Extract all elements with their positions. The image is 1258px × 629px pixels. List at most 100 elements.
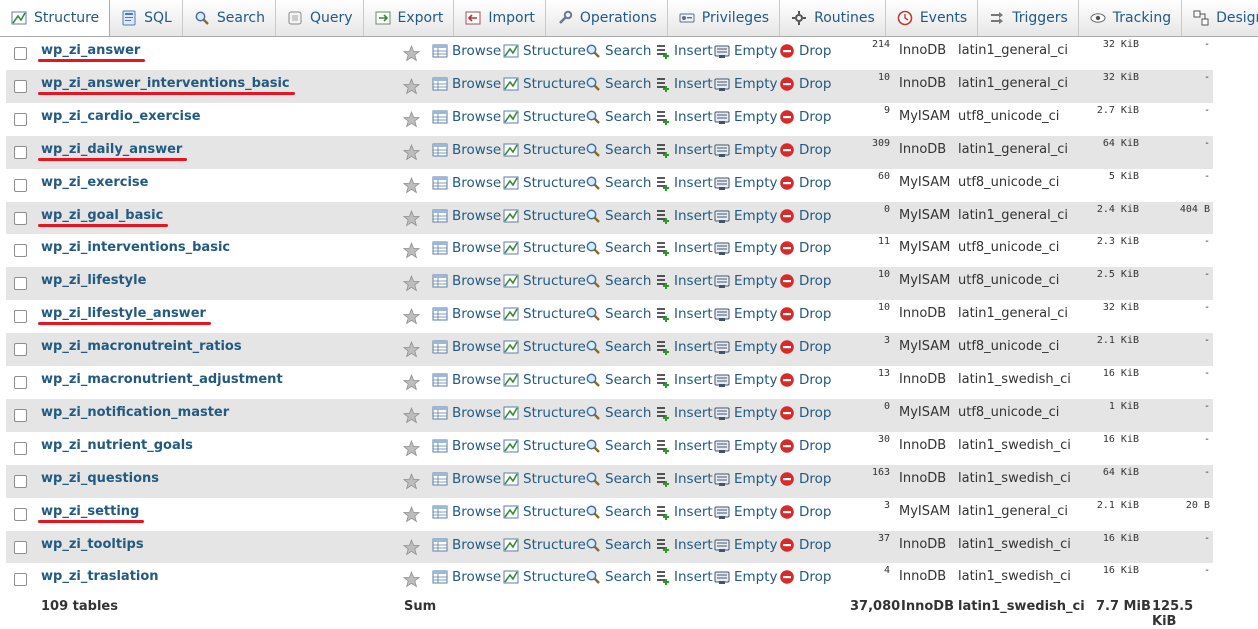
empty-action-link[interactable]: Empty: [714, 175, 778, 191]
table-name-link[interactable]: wp_zi_answer: [41, 43, 140, 58]
search-action-link[interactable]: Search: [585, 175, 651, 191]
search-action-link[interactable]: Search: [585, 142, 651, 158]
drop-action-link[interactable]: Drop: [779, 438, 831, 454]
search-action-link[interactable]: Search: [585, 306, 651, 322]
tab-export[interactable]: Export: [364, 0, 455, 36]
table-name-link[interactable]: wp_zi_interventions_basic: [41, 240, 230, 255]
table-name-link[interactable]: wp_zi_lifestyle: [41, 273, 146, 288]
drop-action-link[interactable]: Drop: [779, 471, 831, 487]
drop-action-link[interactable]: Drop: [779, 175, 831, 191]
drop-action-link[interactable]: Drop: [779, 306, 831, 322]
search-action-link[interactable]: Search: [585, 240, 651, 256]
structure-action-link[interactable]: Structure: [503, 438, 586, 454]
favorite-star-icon[interactable]: [402, 374, 421, 391]
drop-action-link[interactable]: Drop: [779, 76, 831, 92]
drop-action-link[interactable]: Drop: [779, 339, 831, 355]
row-checkbox[interactable]: [14, 540, 27, 554]
row-checkbox[interactable]: [14, 343, 27, 357]
row-checkbox[interactable]: [14, 376, 27, 389]
favorite-star-icon[interactable]: [402, 143, 421, 161]
table-name-link[interactable]: wp_zi_goal_basic: [41, 208, 163, 223]
insert-action-link[interactable]: Insert: [654, 43, 713, 59]
table-name-link[interactable]: wp_zi_questions: [41, 471, 159, 486]
browse-action-link[interactable]: Browse: [432, 405, 501, 421]
table-name-link[interactable]: wp_zi_setting: [41, 504, 139, 519]
search-action-link[interactable]: Search: [585, 471, 651, 487]
row-checkbox[interactable]: [14, 573, 27, 587]
drop-action-link[interactable]: Drop: [779, 504, 831, 520]
drop-action-link[interactable]: Drop: [779, 142, 831, 158]
table-name-link[interactable]: wp_zi_traslation: [41, 569, 159, 584]
insert-action-link[interactable]: Insert: [654, 240, 713, 257]
search-action-link[interactable]: Search: [585, 76, 651, 92]
tab-events[interactable]: Events: [886, 0, 979, 36]
favorite-star-icon[interactable]: [402, 472, 421, 490]
empty-action-link[interactable]: Empty: [714, 273, 778, 289]
structure-action-link[interactable]: Structure: [503, 339, 586, 355]
search-action-link[interactable]: Search: [585, 109, 651, 125]
row-checkbox[interactable]: [14, 178, 27, 192]
structure-action-link[interactable]: Structure: [503, 273, 586, 289]
structure-action-link[interactable]: Structure: [503, 372, 586, 388]
row-checkbox[interactable]: [14, 211, 27, 225]
structure-action-link[interactable]: Structure: [503, 306, 586, 322]
favorite-star-icon[interactable]: [402, 275, 421, 292]
table-name-link[interactable]: wp_zi_macronutrient_adjustment: [41, 372, 283, 387]
favorite-star-icon[interactable]: [402, 242, 421, 259]
favorite-star-icon[interactable]: [402, 308, 421, 325]
drop-action-link[interactable]: Drop: [779, 405, 831, 421]
table-name-link[interactable]: wp_zi_tooltips: [41, 537, 144, 552]
insert-action-link[interactable]: Insert: [654, 537, 713, 553]
browse-action-link[interactable]: Browse: [432, 76, 501, 92]
structure-action-link[interactable]: Structure: [503, 43, 586, 59]
favorite-star-icon[interactable]: [402, 341, 421, 358]
insert-action-link[interactable]: Insert: [654, 471, 713, 487]
empty-action-link[interactable]: Empty: [714, 372, 778, 388]
row-checkbox[interactable]: [14, 310, 27, 324]
structure-action-link[interactable]: Structure: [503, 569, 586, 585]
tab-designer[interactable]: Designer: [1182, 0, 1258, 36]
row-checkbox[interactable]: [14, 441, 27, 455]
structure-action-link[interactable]: Structure: [503, 405, 586, 421]
table-name-link[interactable]: wp_zi_daily_answer: [41, 142, 182, 157]
search-action-link[interactable]: Search: [585, 43, 651, 59]
insert-action-link[interactable]: Insert: [654, 306, 713, 323]
search-action-link[interactable]: Search: [585, 504, 651, 520]
tab-privileges[interactable]: Privileges: [668, 0, 781, 36]
drop-action-link[interactable]: Drop: [779, 273, 831, 289]
search-action-link[interactable]: Search: [585, 537, 651, 553]
favorite-star-icon[interactable]: [402, 209, 421, 227]
row-checkbox[interactable]: [14, 112, 27, 126]
row-checkbox[interactable]: [14, 79, 27, 93]
row-checkbox[interactable]: [14, 47, 27, 60]
empty-action-link[interactable]: Empty: [714, 208, 778, 224]
tab-triggers[interactable]: Triggers: [978, 0, 1079, 36]
insert-action-link[interactable]: Insert: [654, 109, 713, 125]
browse-action-link[interactable]: Browse: [432, 471, 501, 487]
table-name-link[interactable]: wp_zi_lifestyle_answer: [41, 306, 206, 321]
row-checkbox[interactable]: [14, 244, 27, 258]
browse-action-link[interactable]: Browse: [432, 109, 501, 125]
empty-action-link[interactable]: Empty: [714, 240, 778, 256]
browse-action-link[interactable]: Browse: [432, 438, 501, 454]
favorite-star-icon[interactable]: [402, 538, 421, 556]
tab-search[interactable]: Search: [183, 0, 276, 36]
search-action-link[interactable]: Search: [585, 569, 651, 585]
favorite-star-icon[interactable]: [402, 406, 421, 424]
insert-action-link[interactable]: Insert: [654, 504, 713, 520]
empty-action-link[interactable]: Empty: [714, 76, 778, 92]
browse-action-link[interactable]: Browse: [432, 175, 501, 191]
structure-action-link[interactable]: Structure: [503, 537, 586, 553]
structure-action-link[interactable]: Structure: [503, 471, 586, 487]
structure-action-link[interactable]: Structure: [503, 109, 586, 125]
table-name-link[interactable]: wp_zi_notification_master: [41, 405, 229, 420]
drop-action-link[interactable]: Drop: [779, 372, 831, 388]
drop-action-link[interactable]: Drop: [779, 240, 831, 256]
empty-action-link[interactable]: Empty: [714, 43, 778, 59]
table-name-link[interactable]: wp_zi_cardio_exercise: [41, 109, 201, 124]
insert-action-link[interactable]: Insert: [654, 372, 713, 388]
empty-action-link[interactable]: Empty: [714, 471, 778, 487]
tab-operations[interactable]: Operations: [546, 0, 668, 36]
insert-action-link[interactable]: Insert: [654, 339, 713, 356]
browse-action-link[interactable]: Browse: [432, 240, 501, 256]
